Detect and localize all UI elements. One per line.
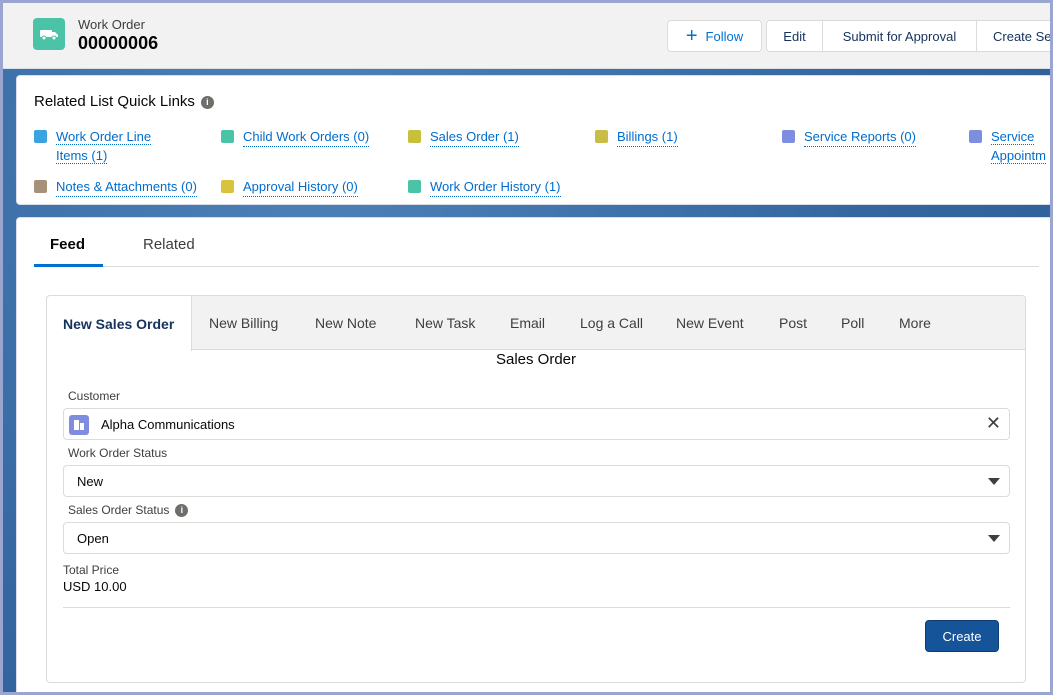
pub-tab-new-billing[interactable]: New Billing	[209, 296, 278, 350]
quick-link-label: Notes & Attachments (0)	[56, 177, 197, 197]
divider	[63, 607, 1010, 608]
pub-tab-more[interactable]: More	[899, 296, 931, 350]
feed-tabs: Feed Related	[34, 218, 1039, 267]
active-tab-indicator	[34, 264, 103, 267]
publisher: New Sales Order New Billing New Note New…	[46, 295, 1026, 683]
quick-link-sales-order[interactable]: Sales Order (1)	[408, 127, 519, 147]
plus-icon: +	[685, 25, 698, 47]
quick-link-billings[interactable]: Billings (1)	[595, 127, 678, 147]
quick-links-title: Related List Quick Links i	[34, 93, 214, 110]
pub-tab-new-note[interactable]: New Note	[315, 296, 376, 350]
work-order-line-item-icon	[34, 130, 47, 143]
sales-order-icon	[408, 130, 421, 143]
quick-links-title-text: Related List Quick Links	[34, 93, 195, 110]
sales-order-status-select[interactable]: Open	[63, 522, 1010, 554]
quick-link-work-order-history[interactable]: Work Order History (1)	[408, 177, 561, 197]
quick-link-label: Approval History (0)	[243, 177, 358, 197]
quick-link-label: Work Order Line	[56, 129, 152, 145]
approval-icon	[221, 180, 234, 193]
customer-value: Alpha Communications	[101, 417, 235, 432]
clear-icon[interactable]: ✕	[986, 414, 1001, 432]
account-icon	[69, 415, 89, 435]
quick-link-child-work-orders[interactable]: Child Work Orders (0)	[221, 127, 370, 147]
create-button[interactable]: Create	[925, 620, 999, 652]
tab-feed[interactable]: Feed	[50, 236, 85, 253]
quick-link-label: Sales Order (1)	[430, 127, 519, 147]
work-order-status-value: New	[77, 474, 104, 489]
info-icon[interactable]: i	[200, 95, 214, 109]
service-report-icon	[782, 130, 795, 143]
chevron-down-icon	[988, 478, 1000, 485]
pub-tab-new-event[interactable]: New Event	[676, 296, 744, 350]
pub-tab-email[interactable]: Email	[510, 296, 545, 350]
quick-link-notes-attachments[interactable]: Notes & Attachments (0)	[34, 177, 197, 197]
related-list-quick-links: Related List Quick Links i Work Order Lin…	[16, 75, 1050, 205]
follow-label: Follow	[705, 28, 744, 44]
pub-tab-log-a-call[interactable]: Log a Call	[580, 296, 643, 350]
service-appointment-icon	[969, 130, 982, 143]
object-label: Work Order	[78, 17, 145, 32]
edit-button[interactable]: Edit	[766, 20, 823, 52]
total-price-label: Total Price	[63, 563, 120, 577]
quick-link-work-order-line-items[interactable]: Work Order Line Items (1)	[34, 127, 214, 165]
record-title: 00000006	[78, 33, 159, 53]
feed-card: Feed Related New Sales Order New Billing…	[16, 217, 1050, 692]
quick-link-service-reports[interactable]: Service Reports (0)	[782, 127, 916, 147]
quick-link-label: Appointm	[991, 148, 1046, 164]
work-order-history-icon	[408, 180, 421, 193]
follow-button[interactable]: + Follow	[667, 20, 762, 52]
billing-icon	[595, 130, 608, 143]
work-order-van-icon	[33, 18, 65, 50]
customer-label: Customer	[68, 389, 121, 403]
sales-order-status-label-text: Sales Order Status	[68, 503, 170, 517]
pub-tab-label: New Sales Order	[63, 315, 175, 332]
record-header: Work Order 00000006 + Follow Edit Submit…	[3, 3, 1050, 69]
quick-link-approval-history[interactable]: Approval History (0)	[221, 177, 358, 197]
app-frame: Work Order 00000006 + Follow Edit Submit…	[3, 3, 1050, 692]
customer-lookup[interactable]: Alpha Communications ✕	[63, 408, 1010, 440]
form-title: Sales Order	[495, 351, 577, 368]
notes-icon	[34, 180, 47, 193]
quick-link-label: Work Order History (1)	[430, 177, 561, 197]
quick-link-label: Service	[991, 129, 1035, 145]
pub-tab-new-task[interactable]: New Task	[415, 296, 475, 350]
info-icon[interactable]: i	[175, 504, 189, 518]
quick-link-label: Service Reports (0)	[804, 127, 916, 147]
publisher-tabs: New Sales Order New Billing New Note New…	[47, 296, 1025, 351]
quick-link-service-appointments[interactable]: Service Appointm	[969, 127, 1050, 165]
sales-order-status-value: Open	[77, 531, 109, 546]
work-order-status-label: Work Order Status	[68, 446, 168, 460]
sales-order-status-label: Sales Order Status i	[68, 503, 189, 518]
create-service-button[interactable]: Create Se	[976, 20, 1050, 52]
pub-tab-poll[interactable]: Poll	[841, 296, 864, 350]
quick-link-label: Child Work Orders (0)	[243, 127, 370, 147]
work-order-status-select[interactable]: New	[63, 465, 1010, 497]
work-order-icon	[221, 130, 234, 143]
chevron-down-icon	[988, 535, 1000, 542]
total-price-value: USD 10.00	[63, 579, 127, 594]
quick-link-label: Billings (1)	[617, 127, 678, 147]
pub-tab-post[interactable]: Post	[779, 296, 807, 350]
pub-tab-new-sales-order[interactable]: New Sales Order	[47, 296, 192, 351]
quick-link-label: Items (1)	[56, 148, 108, 164]
submit-for-approval-button[interactable]: Submit for Approval	[822, 20, 977, 52]
tab-related[interactable]: Related	[143, 236, 195, 253]
